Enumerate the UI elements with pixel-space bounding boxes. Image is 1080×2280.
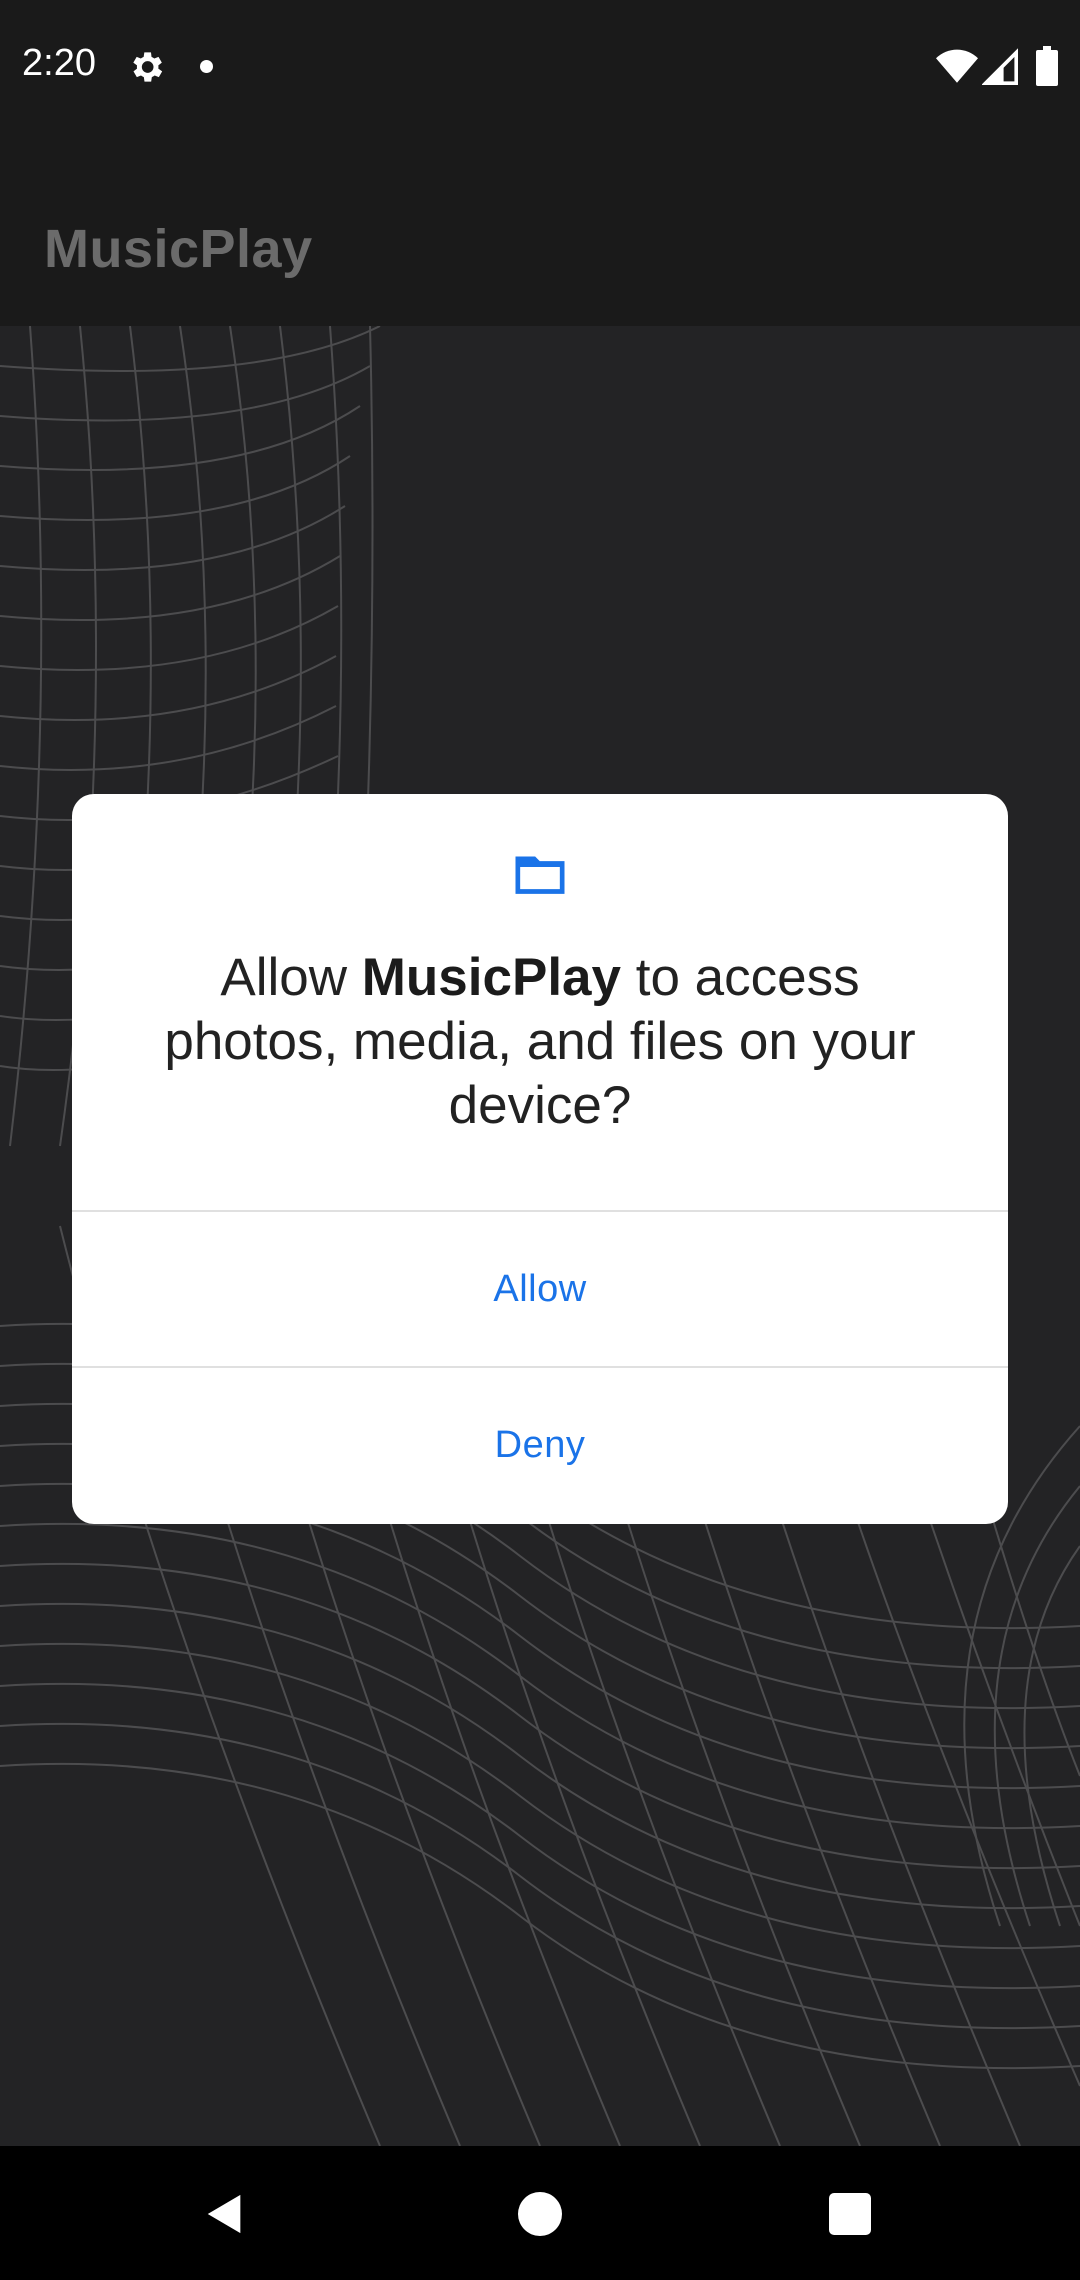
app-title: MusicPlay	[44, 219, 313, 279]
status-time: 2:20	[22, 42, 96, 84]
allow-button[interactable]: Allow	[72, 1212, 1008, 1366]
app-bar: MusicPlay	[0, 134, 1080, 326]
notification-dot-icon	[200, 60, 213, 73]
wifi-icon	[936, 49, 978, 83]
screen: 2:20 MusicPlay Allow MusicPlay to access…	[0, 0, 1080, 2280]
back-icon[interactable]	[202, 2190, 248, 2238]
battery-icon	[1036, 46, 1058, 86]
navigation-bar	[0, 2146, 1080, 2280]
folder-icon	[515, 856, 565, 894]
dialog-message: Allow MusicPlay to access photos, media,…	[132, 946, 948, 1138]
permission-dialog: Allow MusicPlay to access photos, media,…	[72, 794, 1008, 1524]
status-bar: 2:20	[0, 0, 1080, 134]
home-icon[interactable]	[518, 2192, 562, 2236]
message-app-name: MusicPlay	[361, 948, 621, 1007]
message-prefix: Allow	[220, 948, 362, 1007]
signal-icon	[982, 48, 1018, 85]
gear-icon	[133, 52, 163, 82]
recents-icon[interactable]	[829, 2193, 871, 2235]
deny-button[interactable]: Deny	[72, 1368, 1008, 1522]
